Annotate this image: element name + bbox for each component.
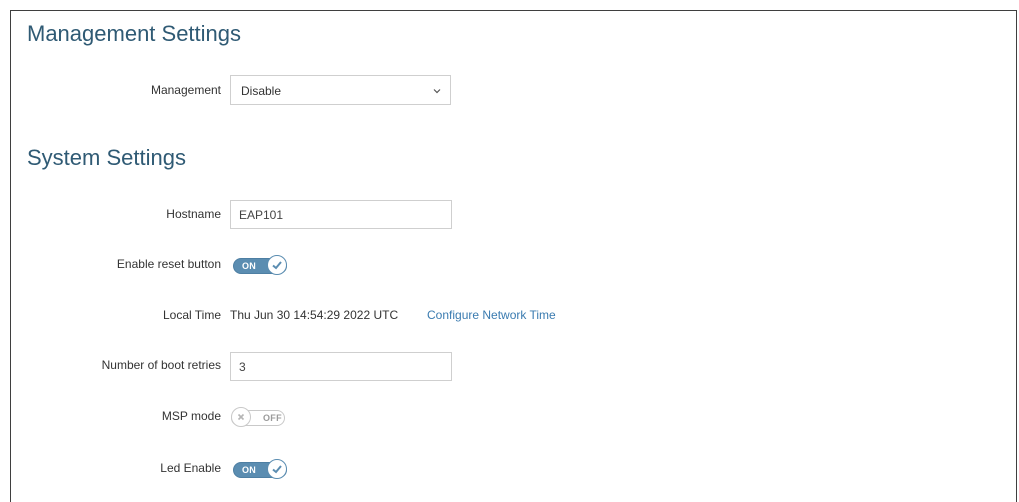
- checkmark-icon: [272, 261, 282, 270]
- hostname-input[interactable]: [230, 200, 452, 229]
- toggle-state-text: ON: [242, 261, 257, 271]
- msp-mode-toggle[interactable]: OFF: [231, 407, 287, 429]
- management-select[interactable]: Disable: [230, 75, 451, 105]
- local-time-value: Thu Jun 30 14:54:29 2022 UTC: [230, 308, 399, 322]
- led-enable-toggle[interactable]: ON: [233, 459, 289, 481]
- configure-network-time-link[interactable]: Configure Network Time: [427, 308, 556, 322]
- management-label: Management: [150, 83, 221, 97]
- msp-mode-label: MSP mode: [161, 409, 221, 423]
- local-time-label: Local Time: [162, 308, 221, 322]
- toggle-state-text: OFF: [263, 413, 282, 423]
- management-settings-title: Management Settings: [27, 21, 242, 46]
- reset-button-label: Enable reset button: [116, 257, 221, 271]
- management-selected-value: Disable: [241, 84, 282, 98]
- chevron-down-icon: [433, 89, 441, 94]
- toggle-knob: [267, 459, 287, 479]
- led-enable-label: Led Enable: [160, 461, 221, 475]
- boot-retries-input[interactable]: [230, 352, 452, 381]
- hostname-label: Hostname: [166, 207, 221, 221]
- settings-panel: Management Settings Management Disable S…: [10, 10, 1017, 502]
- reset-button-toggle[interactable]: ON: [233, 255, 289, 277]
- toggle-state-text: ON: [242, 465, 257, 475]
- checkmark-icon: [272, 465, 282, 474]
- toggle-knob: [231, 407, 251, 427]
- boot-retries-label: Number of boot retries: [101, 358, 221, 372]
- x-icon: [237, 413, 245, 421]
- system-settings-title: System Settings: [27, 145, 186, 170]
- toggle-knob: [267, 255, 287, 275]
